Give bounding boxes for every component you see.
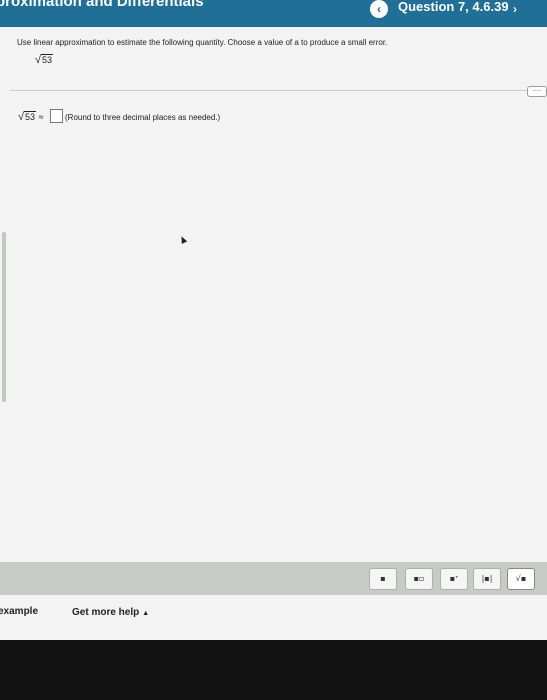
instruction-text: Use linear approximation to estimate the… (17, 38, 388, 47)
previous-question-icon[interactable]: ‹ (370, 0, 388, 18)
answer-expression: √53 ≈ (18, 111, 44, 123)
help-footer: example Get more help ▲ (0, 595, 547, 640)
get-more-help-label: Get more help (72, 607, 140, 618)
view-example-link[interactable]: example (0, 606, 38, 617)
question-label: Question 7, 4.6.39 (398, 0, 509, 14)
exponent-template-button[interactable]: ▪ᐩ (440, 568, 468, 590)
caret-up-icon: ▲ (142, 610, 150, 617)
fraction-template-button[interactable]: ▪ (369, 568, 397, 590)
bottom-dark-area (0, 640, 547, 700)
square-root-template-button[interactable]: √▪ (507, 568, 535, 590)
get-more-help-button[interactable]: Get more help ▲ (72, 607, 149, 618)
radical-expression: √53 (35, 54, 54, 66)
section-title: proximation and Differentials (0, 0, 204, 10)
scrollbar[interactable] (2, 232, 6, 402)
more-options-button[interactable]: ..... (527, 86, 547, 97)
radicand: 53 (41, 54, 54, 65)
mouse-cursor-icon (178, 235, 188, 244)
approx-symbol: ≈ (38, 112, 44, 122)
fraction-template-icon: ▪ (380, 574, 386, 583)
next-question-icon[interactable]: › (506, 0, 524, 18)
header-bar: proximation and Differentials ‹ Question… (0, 0, 547, 27)
absolute-value-template-icon: |▪| (481, 574, 493, 583)
square-root-template-icon: √▪ (515, 574, 527, 583)
exponent-template-icon: ▪ᐩ (449, 574, 459, 583)
mixed-number-template-button[interactable]: ▪▫ (405, 568, 433, 590)
homework-app: proximation and Differentials ‹ Question… (0, 0, 547, 700)
math-toolbar: ▪ ▪▫ ▪ᐩ |▪| √▪ (0, 562, 547, 595)
divider (10, 90, 547, 91)
question-panel: Use linear approximation to estimate the… (0, 27, 547, 562)
answer-input[interactable] (50, 109, 63, 123)
answer-radicand: 53 (24, 111, 37, 122)
mixed-number-template-icon: ▪▫ (413, 574, 425, 583)
absolute-value-template-button[interactable]: |▪| (473, 568, 501, 590)
round-note: (Round to three decimal places as needed… (65, 113, 221, 122)
